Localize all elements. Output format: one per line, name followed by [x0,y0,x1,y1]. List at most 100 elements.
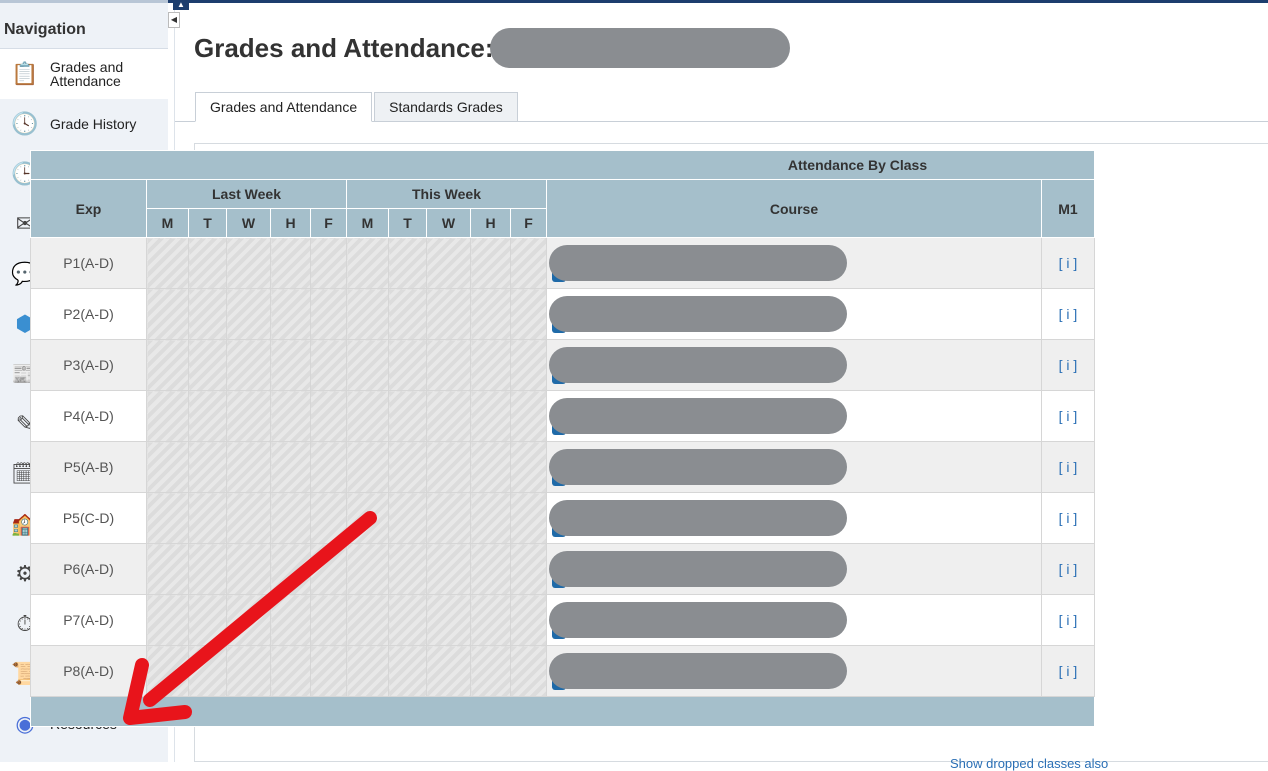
tab-standards-grades[interactable]: Standards Grades [374,92,518,122]
attendance-day-cell [346,492,389,544]
attendance-day-cell [310,441,347,493]
attendance-day-cell [426,339,471,391]
attendance-day-cell [510,390,547,442]
course-cell[interactable] [546,594,1042,646]
attendance-table: Attendance By Class Exp Last Week This W… [30,150,1095,727]
sidebar-item-grade-history[interactable]: 🕓 Grade History [0,99,168,149]
attendance-day-cell [188,288,227,340]
course-cell[interactable] [546,390,1042,442]
attendance-day-cell [346,237,389,289]
m1-info-link[interactable]: [ i ] [1041,339,1095,391]
show-dropped-link[interactable]: Show dropped classes also [950,756,1108,771]
course-header: Course [546,179,1042,238]
attendance-day-cell [426,441,471,493]
attendance-day-cell [470,492,511,544]
attendance-day-cell [510,288,547,340]
tab-grades-attendance[interactable]: Grades and Attendance [195,92,373,122]
attendance-day-cell [188,390,227,442]
table-row: P6(A-D) [ i ] [30,543,1095,595]
attendance-day-cell [270,645,311,697]
redacted-student-name [490,28,790,68]
m1-info-link[interactable]: [ i ] [1041,288,1095,340]
attendance-day-cell [270,441,311,493]
attendance-day-cell [188,543,227,595]
attendance-day-cell [270,594,311,646]
attendance-day-cell [510,339,547,391]
course-cell[interactable] [546,288,1042,340]
this-week-day-header: W [426,208,471,238]
attendance-day-cell [510,543,547,595]
last-week-header: Last Week [146,179,347,209]
attendance-day-cell [226,288,271,340]
attendance-day-cell [310,339,347,391]
attendance-day-cell [346,339,389,391]
attendance-day-cell [310,237,347,289]
attendance-day-cell [426,288,471,340]
attendance-day-cell [310,543,347,595]
attendance-day-cell [188,339,227,391]
tab-bar: Grades and Attendance Standards Grades [195,92,520,122]
attendance-day-cell [146,288,189,340]
attendance-day-cell [388,645,427,697]
last-week-day-header: F [310,208,347,238]
redacted-course-name [549,398,847,434]
attendance-group-header: Attendance By Class [30,150,1095,180]
table-row: P4(A-D) [ i ] [30,390,1095,442]
course-cell[interactable] [546,339,1042,391]
exp-cell: P8(A-D) [30,645,147,697]
table-row: P1(A-D) [ i ] [30,237,1095,289]
attendance-day-cell [188,594,227,646]
redacted-course-name [549,653,847,689]
attendance-day-cell [426,594,471,646]
m1-header: M1 [1041,179,1095,238]
attendance-day-cell [146,543,189,595]
sidebar-item-grades-and-attendance[interactable]: 📋 Grades and Attendance [0,49,168,99]
course-cell[interactable] [546,441,1042,493]
redacted-course-name [549,551,847,587]
m1-info-link[interactable]: [ i ] [1041,390,1095,442]
redacted-course-name [549,245,847,281]
m1-info-link[interactable]: [ i ] [1041,645,1095,697]
attendance-day-cell [510,492,547,544]
attendance-day-cell [388,543,427,595]
this-week-day-header: H [470,208,511,238]
this-week-header: This Week [346,179,547,209]
attendance-day-cell [426,237,471,289]
attendance-day-cell [388,492,427,544]
m1-info-link[interactable]: [ i ] [1041,441,1095,493]
attendance-day-cell [226,441,271,493]
attendance-day-cell [226,339,271,391]
exp-cell: P5(C-D) [30,492,147,544]
this-week-day-header: F [510,208,547,238]
exp-cell: P5(A-B) [30,441,147,493]
m1-info-link[interactable]: [ i ] [1041,237,1095,289]
sidebar-item-label: Grades and Attendance [50,59,124,89]
course-cell[interactable] [546,543,1042,595]
attendance-day-cell [270,543,311,595]
m1-info-link[interactable]: [ i ] [1041,492,1095,544]
attendance-day-cell [188,645,227,697]
attendance-day-cell [310,288,347,340]
table-row: P5(C-D) [ i ] [30,492,1095,544]
attendance-day-cell [470,594,511,646]
attendance-day-cell [426,645,471,697]
attendance-day-cell [510,237,547,289]
m1-info-link[interactable]: [ i ] [1041,594,1095,646]
attendance-day-cell [426,543,471,595]
course-cell[interactable] [546,237,1042,289]
attendance-day-cell [346,594,389,646]
m1-info-link[interactable]: [ i ] [1041,543,1095,595]
attendance-day-cell [426,492,471,544]
redacted-course-name [549,449,847,485]
table-row: P5(A-B) [ i ] [30,441,1095,493]
course-cell[interactable] [546,492,1042,544]
attendance-day-cell [310,390,347,442]
exp-cell: P7(A-D) [30,594,147,646]
attendance-day-cell [426,390,471,442]
attendance-day-cell [146,441,189,493]
attendance-day-cell [270,288,311,340]
last-week-day-header: T [188,208,227,238]
course-cell[interactable] [546,645,1042,697]
attendance-day-cell [388,594,427,646]
table-row: P8(A-D) [ i ] [30,645,1095,697]
